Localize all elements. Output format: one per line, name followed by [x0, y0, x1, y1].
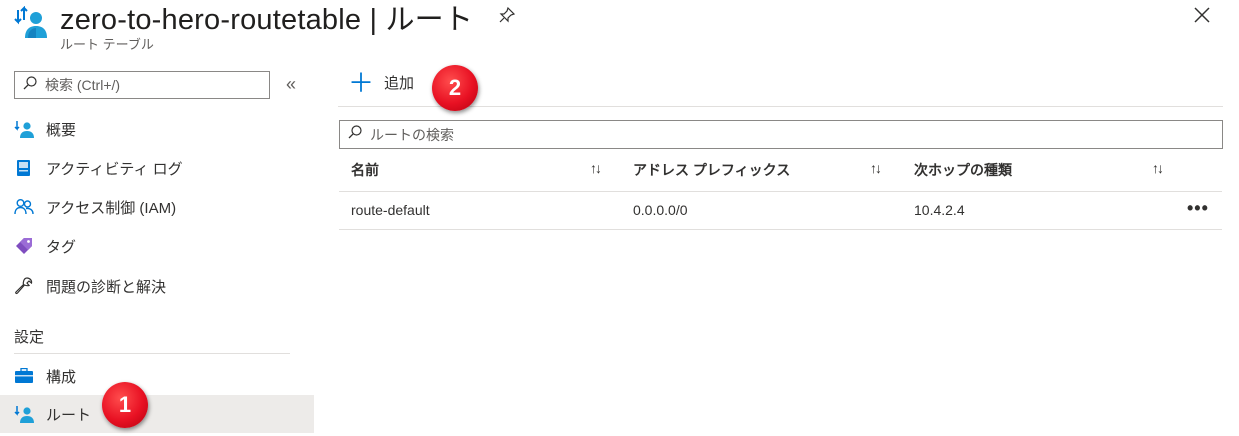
close-icon[interactable]	[1193, 6, 1211, 24]
page-subtitle: ルート テーブル	[60, 37, 154, 52]
collapse-sidebar-icon[interactable]: «	[286, 74, 296, 95]
column-header-address-prefix[interactable]: アドレス プレフィックス	[633, 160, 790, 180]
sidebar-item-label: 構成	[46, 368, 77, 386]
cell-name: route-default	[351, 202, 430, 218]
sidebar-item-label: 概要	[46, 121, 77, 139]
table-row[interactable]	[339, 192, 1222, 230]
sidebar-item-routes[interactable]: ルート	[0, 395, 314, 433]
route-table-icon	[14, 5, 48, 40]
sidebar-item-label: タグ	[46, 238, 77, 256]
add-route-button[interactable]: ＋ 追加	[348, 67, 415, 98]
annotation-badge-2: 2	[432, 65, 478, 111]
add-label: 追加	[384, 75, 415, 92]
column-header-name[interactable]: 名前	[351, 160, 379, 180]
search-icon	[348, 125, 362, 144]
annotation-badge-1: 1	[102, 382, 148, 428]
section-divider	[14, 353, 290, 354]
activity-log-icon	[14, 158, 34, 178]
sidebar-item-configuration[interactable]: 構成	[0, 357, 314, 395]
sidebar-item-label: アクティビティ ログ	[46, 160, 183, 178]
tag-icon	[14, 236, 34, 256]
route-search-input[interactable]	[368, 125, 1192, 144]
configuration-icon	[14, 366, 34, 386]
sidebar-search-input[interactable]	[43, 76, 257, 94]
sidebar-item-activity-log[interactable]: アクティビティ ログ	[0, 149, 314, 187]
route-table-icon	[14, 119, 34, 139]
sidebar-item-label: アクセス制御 (IAM)	[46, 199, 177, 217]
settings-section-header: 設定	[14, 329, 45, 346]
route-table-icon	[14, 404, 34, 424]
iam-icon	[14, 197, 34, 217]
sidebar-item-diagnose[interactable]: 問題の診断と解決	[0, 267, 314, 305]
column-header-next-hop-type[interactable]: 次ホップの種類	[914, 160, 1012, 180]
cell-address-prefix: 0.0.0.0/0	[633, 202, 688, 218]
cell-next-hop: 10.4.2.4	[914, 202, 965, 218]
sort-icon[interactable]: ↑↓	[590, 160, 602, 176]
sidebar-item-label: ルート	[46, 406, 92, 424]
sidebar-item-iam[interactable]: アクセス制御 (IAM)	[0, 188, 314, 226]
page-title: zero-to-hero-routetable | ルート	[60, 4, 474, 36]
sidebar-item-label: 問題の診断と解決	[46, 278, 167, 296]
sidebar-item-tags[interactable]: タグ	[0, 227, 314, 265]
toolbar-divider	[338, 106, 1223, 107]
pin-icon[interactable]	[498, 6, 516, 24]
sidebar-item-overview[interactable]: 概要	[0, 110, 314, 148]
search-icon	[23, 75, 37, 95]
sort-icon[interactable]: ↑↓	[870, 160, 882, 176]
plus-icon: ＋	[348, 67, 375, 98]
more-options-icon[interactable]: •••	[1187, 198, 1209, 219]
route-search[interactable]	[339, 120, 1223, 149]
sidebar-search[interactable]	[14, 71, 270, 99]
sort-icon[interactable]: ↑↓	[1152, 160, 1164, 176]
wrench-icon	[14, 276, 34, 296]
